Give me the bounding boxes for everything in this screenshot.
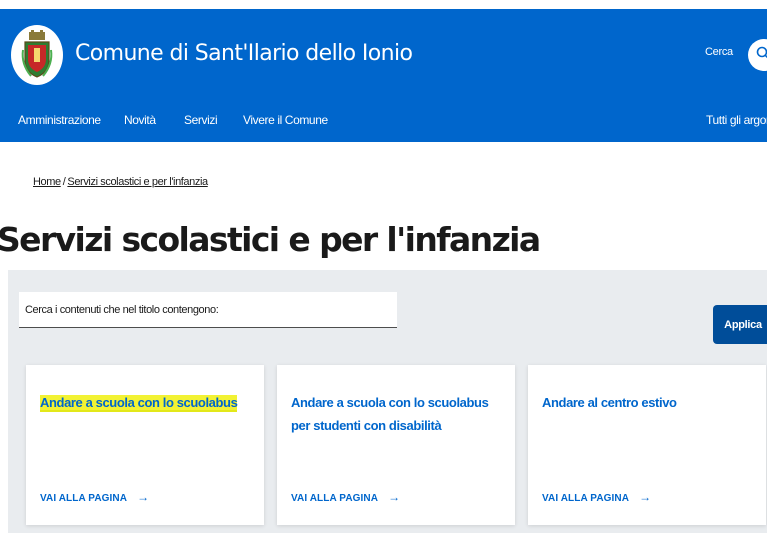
- arrow-right-icon: →: [639, 490, 652, 504]
- card-title[interactable]: Andare a scuola con lo scuolabus per stu…: [291, 391, 496, 437]
- search-button[interactable]: [748, 39, 767, 71]
- search-icon: [756, 46, 767, 65]
- breadcrumb-separator: /: [62, 176, 66, 188]
- card-link[interactable]: VAI ALLA PAGINA →: [40, 490, 149, 504]
- breadcrumb-current[interactable]: Servizi scolastici e per l'infanzia: [67, 176, 208, 188]
- nav-item-vivere-il-comune[interactable]: Vivere il Comune: [243, 113, 328, 127]
- card-link[interactable]: VAI ALLA PAGINA →: [291, 490, 400, 504]
- nav-item-servizi[interactable]: Servizi: [184, 113, 218, 127]
- nav-item-novita[interactable]: Novità: [124, 113, 156, 127]
- card-title[interactable]: Andare al centro estivo: [542, 391, 747, 414]
- service-card[interactable]: Andare a scuola con lo scuolabus per stu…: [277, 365, 515, 525]
- filter-label: Cerca i contenuti che nel titolo conteng…: [25, 304, 219, 316]
- page-title: Servizi scolastici e per l'infanzia: [0, 220, 541, 259]
- site-title[interactable]: Comune di Sant'Ilario dello Ionio: [75, 41, 413, 66]
- card-link[interactable]: VAI ALLA PAGINA →: [542, 490, 651, 504]
- main-nav: Amministrazione Novità Servizi Vivere il…: [0, 113, 767, 139]
- arrow-right-icon: →: [137, 490, 150, 504]
- service-card[interactable]: Andare a scuola con lo scuolabus VAI ALL…: [26, 365, 264, 525]
- municipal-crest-icon[interactable]: [11, 25, 63, 85]
- nav-item-tutti-gli-argomenti[interactable]: Tutti gli argom: [706, 113, 767, 127]
- breadcrumb: Home / Servizi scolastici e per l'infanzia: [33, 176, 208, 188]
- site-header: Comune di Sant'Ilario dello Ionio Cerca …: [0, 9, 767, 142]
- breadcrumb-home[interactable]: Home: [33, 176, 61, 188]
- card-title[interactable]: Andare a scuola con lo scuolabus: [40, 391, 245, 414]
- nav-item-amministrazione[interactable]: Amministrazione: [18, 113, 101, 127]
- service-card[interactable]: Andare al centro estivo VAI ALLA PAGINA →: [528, 365, 766, 525]
- search-label[interactable]: Cerca: [705, 46, 733, 58]
- arrow-right-icon: →: [388, 490, 401, 504]
- apply-button[interactable]: Applica: [713, 305, 767, 344]
- title-filter-input[interactable]: Cerca i contenuti che nel titolo conteng…: [19, 292, 397, 328]
